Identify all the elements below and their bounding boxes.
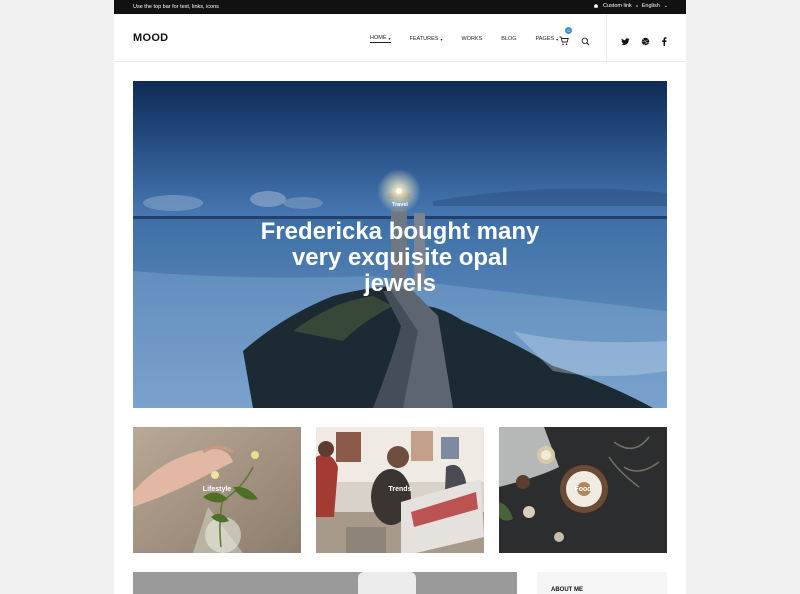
nav-label: BLOG	[501, 36, 517, 42]
hero-post[interactable]: Travel Fredericka bought many very exqui…	[133, 81, 667, 408]
main-nav: HOME ▾ FEATURES ▾ WORKS BLOG PAGES ▾	[370, 35, 577, 43]
chevron-down-icon: ⌄	[663, 3, 668, 9]
caret-down-icon: ▾	[440, 36, 443, 42]
category-label[interactable]: Food	[499, 486, 667, 493]
cart-icon	[559, 36, 569, 46]
dribbble-icon	[641, 37, 650, 46]
about-widget: ABOUT ME	[537, 572, 667, 594]
cart-button[interactable]: 0	[559, 27, 572, 46]
category-label[interactable]: Lifestyle	[133, 486, 301, 493]
shirt-figure	[358, 572, 416, 594]
page: Use the top bar for text, links, icons C…	[114, 0, 686, 594]
header: MOOD HOME ▾ FEATURES ▾ WORKS BLOG PAGES ▾	[114, 14, 686, 62]
nav-item-pages[interactable]: PAGES ▾	[536, 35, 559, 43]
cart-badge: 0	[565, 27, 572, 34]
top-bar-text: Use the top bar for text, links, icons	[133, 4, 219, 10]
caret-down-icon: ▾	[556, 36, 559, 42]
dribbble-link[interactable]	[641, 33, 650, 46]
category-card-trends[interactable]: Trends	[316, 427, 484, 553]
category-card-lifestyle[interactable]: Lifestyle	[133, 427, 301, 553]
top-bar: Use the top bar for text, links, icons C…	[114, 0, 686, 14]
search-button[interactable]	[581, 33, 590, 46]
search-icon	[581, 37, 590, 46]
caret-down-icon: ▾	[388, 35, 391, 41]
language-select[interactable]: English	[642, 3, 660, 9]
nav-item-works[interactable]: WORKS	[461, 35, 482, 43]
nav-item-blog[interactable]: BLOG	[501, 35, 516, 43]
nav-label: PAGES	[535, 36, 555, 42]
facebook-icon	[662, 37, 667, 46]
featured-post-image[interactable]	[133, 572, 517, 594]
nav-item-home[interactable]: HOME ▾	[370, 35, 391, 43]
about-title: ABOUT ME	[551, 587, 583, 593]
top-bar-links: Custom link English ⌄	[593, 3, 668, 9]
category-label[interactable]: Trends	[316, 486, 484, 493]
twitter-link[interactable]	[621, 33, 630, 46]
custom-link[interactable]: Custom link	[603, 3, 632, 9]
category-card-food[interactable]: Food	[499, 427, 667, 553]
hero-category-label[interactable]: Travel	[133, 202, 667, 208]
logo[interactable]: MOOD	[133, 32, 168, 44]
nav-label: WORKS	[461, 36, 483, 42]
custom-link-icon	[594, 4, 598, 8]
facebook-link[interactable]	[660, 33, 669, 46]
hero-title[interactable]: Fredericka bought many very exquisite op…	[253, 219, 547, 297]
nav-label: HOME	[370, 35, 387, 41]
separator-dot	[635, 5, 638, 7]
nav-label: FEATURES	[409, 36, 439, 42]
nav-item-features[interactable]: FEATURES ▾	[410, 35, 443, 43]
header-divider	[606, 14, 607, 62]
twitter-icon	[621, 38, 630, 46]
